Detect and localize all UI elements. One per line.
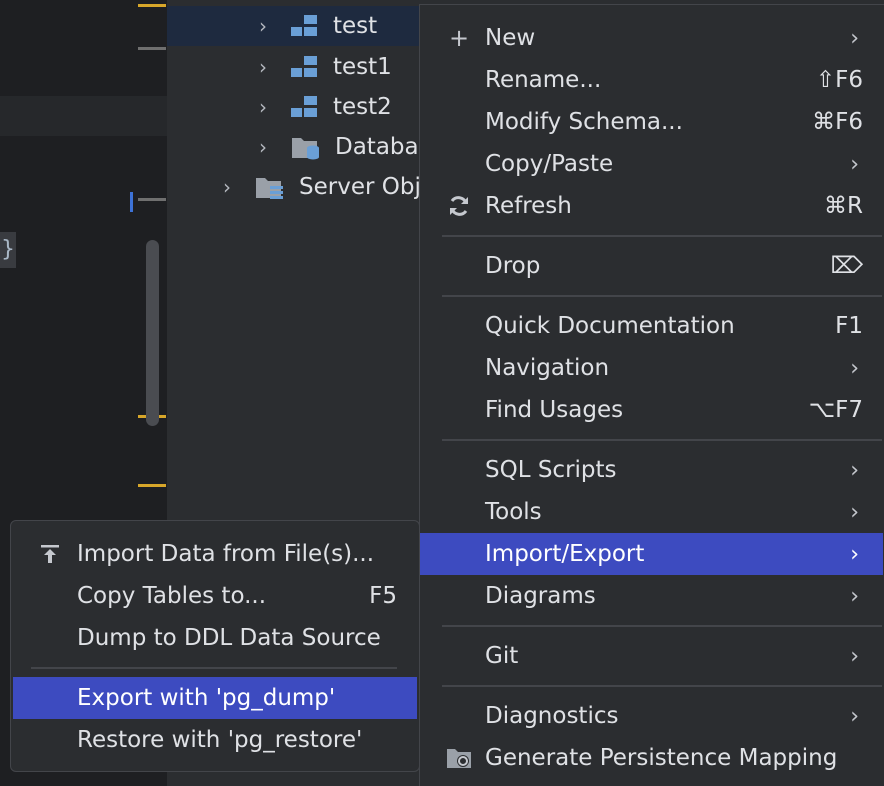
tree-item-test1[interactable]: › test1 — [167, 47, 392, 87]
menu-separator — [442, 625, 882, 627]
change-marker — [138, 198, 166, 201]
menu-item-copy-paste[interactable]: Copy/Paste › — [420, 143, 883, 185]
menu-item-label: Tools — [485, 499, 542, 525]
submenu-item-export-pg-dump[interactable]: Export with 'pg_dump' — [13, 677, 417, 719]
menu-item-refresh[interactable]: Refresh ⌘R — [420, 185, 883, 227]
change-marker — [130, 192, 133, 212]
menu-item-label: Modify Schema... — [485, 109, 683, 135]
menu-item-label: Diagrams — [485, 583, 596, 609]
menu-item-modify-schema[interactable]: Modify Schema... ⌘F6 — [420, 101, 883, 143]
tree-item-server-objects[interactable]: › Server Obj — [167, 167, 421, 207]
chevron-right-icon[interactable]: › — [217, 175, 237, 199]
shortcut-label: F5 — [369, 583, 397, 609]
chevron-right-icon[interactable]: › — [253, 14, 273, 38]
chevron-right-icon: › — [850, 703, 859, 729]
menu-separator — [442, 295, 882, 297]
tree-item-label: test — [333, 13, 378, 39]
submenu-item-label: Copy Tables to... — [77, 583, 267, 609]
submenu-item-label: Export with 'pg_dump' — [77, 685, 336, 711]
chevron-right-icon: › — [850, 151, 859, 177]
submenu-item-dump-ddl[interactable]: Dump to DDL Data Source — [13, 617, 417, 659]
menu-separator — [442, 685, 882, 687]
chevron-right-icon[interactable]: › — [253, 55, 273, 79]
delete-key-icon: ⌦ — [830, 253, 863, 279]
menu-item-navigation[interactable]: Navigation › — [420, 347, 883, 389]
refresh-icon — [446, 193, 472, 219]
code-brace: } — [0, 232, 16, 268]
change-marker — [138, 4, 166, 7]
submenu-item-restore-pg-restore[interactable]: Restore with 'pg_restore' — [13, 719, 417, 761]
menu-separator — [442, 235, 882, 237]
menu-item-label: Find Usages — [485, 397, 624, 423]
submenu-item-label: Restore with 'pg_restore' — [77, 727, 363, 753]
context-menu: + New › Rename... ⇧F6 Modify Schema... ⌘… — [419, 4, 884, 786]
chevron-right-icon: › — [850, 457, 859, 483]
tree-item-label: Databa — [335, 134, 419, 160]
shortcut-label: F1 — [835, 313, 863, 339]
menu-item-label: Quick Documentation — [485, 313, 735, 339]
change-marker — [138, 47, 166, 50]
import-export-submenu: Import Data from File(s)... Copy Tables … — [10, 520, 420, 772]
menu-item-label: Diagnostics — [485, 703, 619, 729]
submenu-item-label: Import Data from File(s)... — [77, 541, 375, 567]
chevron-right-icon[interactable]: › — [253, 95, 273, 119]
menu-item-git[interactable]: Git › — [420, 635, 883, 677]
menu-item-import-export[interactable]: Import/Export › — [420, 533, 883, 575]
submenu-item-copy-tables[interactable]: Copy Tables to... F5 — [13, 575, 417, 617]
chevron-right-icon: › — [850, 355, 859, 381]
chevron-right-icon: › — [850, 643, 859, 669]
menu-separator — [442, 439, 882, 441]
menu-item-label: Generate Persistence Mapping — [485, 745, 838, 771]
chevron-right-icon: › — [850, 583, 859, 609]
tree-item-label: Server Obj — [299, 174, 421, 200]
shortcut-label: ⌥F7 — [808, 397, 863, 423]
schema-icon — [291, 14, 319, 38]
plus-icon: + — [448, 24, 470, 52]
menu-item-diagnostics[interactable]: Diagnostics › — [420, 695, 883, 737]
tree-item-label: test1 — [333, 54, 392, 80]
persistence-icon — [446, 745, 472, 771]
editor-current-line — [0, 96, 167, 136]
tree-item-test2[interactable]: › test2 — [167, 87, 392, 127]
menu-item-rename[interactable]: Rename... ⇧F6 — [420, 59, 883, 101]
server-folder-icon — [255, 174, 285, 200]
menu-item-label: New — [485, 25, 536, 51]
editor-scrollbar-thumb[interactable] — [146, 240, 159, 426]
submenu-item-label: Dump to DDL Data Source — [77, 625, 381, 651]
menu-item-drop[interactable]: Drop ⌦ — [420, 245, 883, 287]
menu-item-label: Rename... — [485, 67, 602, 93]
shortcut-label: ⌘R — [824, 193, 863, 219]
menu-item-diagrams[interactable]: Diagrams › — [420, 575, 883, 617]
menu-item-label: Refresh — [485, 193, 572, 219]
shortcut-label: ⌘F6 — [812, 109, 863, 135]
menu-item-label: Navigation — [485, 355, 610, 381]
tree-item-label: test2 — [333, 94, 392, 120]
menu-item-find-usages[interactable]: Find Usages ⌥F7 — [420, 389, 883, 431]
submenu-item-import-data[interactable]: Import Data from File(s)... — [13, 533, 417, 575]
schema-icon — [291, 95, 319, 119]
menu-item-sql-scripts[interactable]: SQL Scripts › — [420, 449, 883, 491]
menu-item-label: Import/Export — [485, 541, 645, 567]
menu-item-label: Git — [485, 643, 519, 669]
schema-icon — [291, 55, 319, 79]
menu-item-quick-documentation[interactable]: Quick Documentation F1 — [420, 305, 883, 347]
chevron-right-icon: › — [850, 541, 859, 567]
database-folder-icon — [291, 134, 321, 160]
tree-item-databases[interactable]: › Databa — [167, 127, 419, 167]
import-icon — [37, 541, 63, 567]
menu-item-new[interactable]: + New › — [420, 17, 883, 59]
menu-item-tools[interactable]: Tools › — [420, 491, 883, 533]
menu-item-label: SQL Scripts — [485, 457, 617, 483]
chevron-right-icon: › — [850, 25, 859, 51]
menu-item-generate-persistence-mapping[interactable]: Generate Persistence Mapping — [420, 737, 883, 779]
menu-item-label: Drop — [485, 253, 541, 279]
change-marker — [138, 484, 166, 487]
chevron-right-icon[interactable]: › — [253, 135, 273, 159]
menu-item-label: Copy/Paste — [485, 151, 614, 177]
shortcut-label: ⇧F6 — [815, 67, 863, 93]
menu-separator — [31, 667, 397, 669]
chevron-right-icon: › — [850, 499, 859, 525]
